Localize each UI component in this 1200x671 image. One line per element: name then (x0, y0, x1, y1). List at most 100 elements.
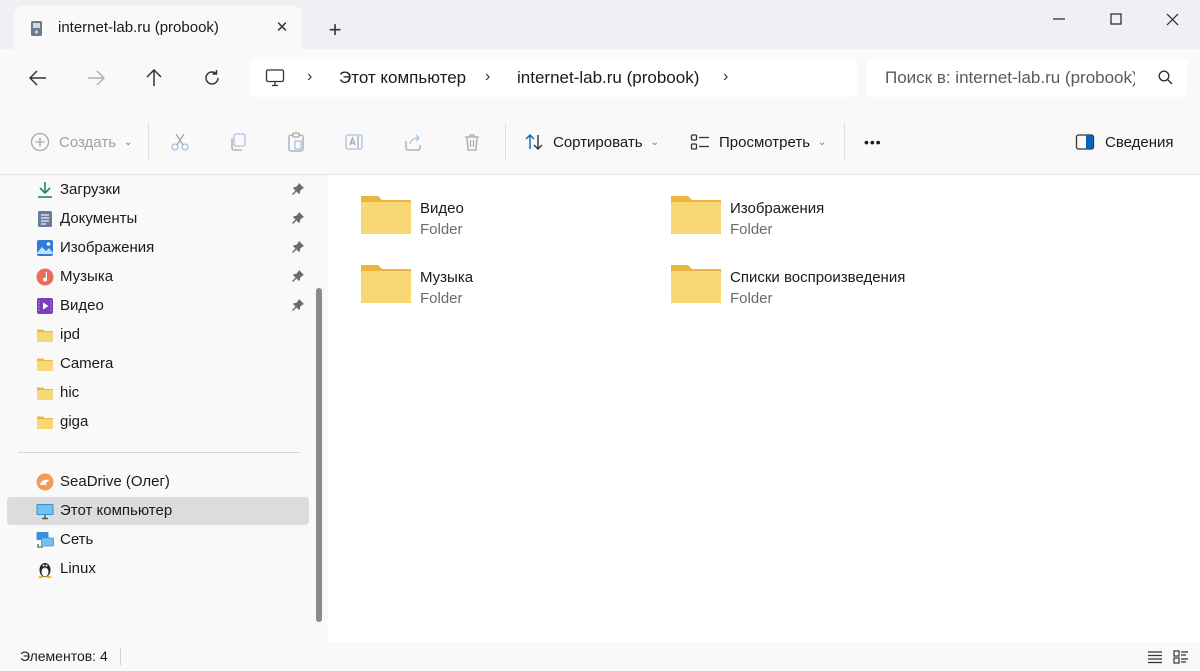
maximize-icon (1110, 13, 1122, 25)
pin-icon[interactable] (291, 269, 305, 283)
sidebar-item-label: Документы (60, 210, 138, 227)
copy-icon (231, 133, 246, 151)
pin-icon[interactable] (291, 182, 305, 196)
title-bar: internet-lab.ru (probook) ✕ + (0, 0, 1200, 49)
paste-button[interactable] (286, 128, 306, 156)
sidebar-item-video[interactable]: Видео (7, 292, 309, 320)
tab-active[interactable]: internet-lab.ru (probook) ✕ (14, 6, 302, 49)
divider (844, 123, 845, 161)
tab-title: internet-lab.ru (probook) (58, 19, 219, 36)
folder-item[interactable]: Списки воспроизведения Folder (670, 263, 970, 323)
folder-name: Списки воспроизведения (730, 269, 906, 286)
navigation-pane: Загрузки Документы Изображения Музыка Ви… (0, 175, 328, 642)
command-bar: Создать ⌄ Сортировать ⌄ Просмотреть ⌄ ••… (0, 109, 1200, 175)
create-button[interactable]: Создать ⌄ (30, 128, 132, 156)
network-icon (36, 532, 54, 548)
details-view-button[interactable] (1144, 646, 1166, 668)
sidebar-item-hic[interactable]: hic (7, 379, 309, 407)
folder-item[interactable]: Видео Folder (360, 194, 660, 254)
sidebar-scrollbar[interactable] (316, 288, 322, 622)
sidebar-item-camera[interactable]: Camera (7, 350, 309, 378)
computer-icon (36, 504, 54, 520)
folder-icon (37, 329, 53, 342)
sidebar-item-label: Изображения (60, 239, 155, 256)
network-drive-icon (31, 21, 42, 36)
status-bar: Элементов: 4 (0, 642, 1200, 671)
sidebar-item-linux[interactable]: Linux (7, 555, 309, 583)
sidebar-item-downloads[interactable]: Загрузки (7, 176, 309, 204)
folder-name: Изображения (730, 200, 825, 217)
folder-name: Видео (420, 200, 464, 217)
breadcrumb-current[interactable]: internet-lab.ru (probook) (517, 68, 699, 88)
delete-button[interactable] (462, 128, 482, 156)
share-button[interactable] (403, 128, 423, 156)
music-icon (36, 268, 54, 286)
cut-button[interactable] (170, 128, 190, 156)
folder-item[interactable]: Музыка Folder (360, 263, 660, 323)
more-options-button[interactable]: ••• (864, 128, 882, 156)
search-box[interactable] (867, 59, 1187, 97)
breadcrumb-separator-icon[interactable]: › (485, 68, 490, 86)
view-label: Просмотреть (719, 133, 811, 151)
copy-button[interactable] (228, 128, 248, 156)
sidebar-item-label: giga (60, 413, 89, 430)
divider (505, 123, 506, 161)
folder-type: Folder (730, 290, 773, 307)
view-button[interactable]: Просмотреть ⌄ (690, 128, 826, 156)
new-tab-button[interactable]: + (323, 18, 347, 42)
sidebar-item-music[interactable]: Музыка (7, 263, 309, 291)
chevron-down-icon: ⌄ (818, 136, 827, 148)
forward-button[interactable] (78, 60, 114, 96)
sidebar-item-giga[interactable]: giga (7, 408, 309, 436)
sort-button[interactable]: Сортировать ⌄ (524, 128, 659, 156)
pin-icon[interactable] (291, 211, 305, 225)
tab-close-icon[interactable]: ✕ (272, 18, 292, 38)
minimize-button[interactable] (1031, 0, 1087, 38)
tiles-view-button[interactable] (1170, 646, 1192, 668)
breadcrumb-separator-icon[interactable]: › (307, 68, 312, 86)
folder-icon (361, 265, 411, 303)
back-button[interactable] (20, 60, 56, 96)
sidebar-divider (18, 452, 299, 453)
seadrive-icon (36, 473, 54, 491)
refresh-button[interactable] (194, 60, 230, 96)
arrow-up-icon (146, 69, 162, 86)
folder-icon (37, 387, 53, 400)
documents-icon (38, 211, 52, 227)
rename-button[interactable] (344, 128, 364, 156)
sidebar-item-documents[interactable]: Документы (7, 205, 309, 233)
sidebar-item-seadrive[interactable]: SeaDrive (Олег) (7, 468, 309, 496)
maximize-button[interactable] (1088, 0, 1144, 38)
video-icon (37, 298, 53, 314)
breadcrumb-chevron-icon[interactable]: › (723, 68, 728, 86)
search-input[interactable] (883, 67, 1137, 89)
sidebar-item-pictures[interactable]: Изображения (7, 234, 309, 262)
sidebar-item-label: Загрузки (60, 181, 121, 198)
minimize-icon (1053, 18, 1065, 20)
divider (120, 648, 121, 665)
details-button[interactable]: Сведения (1075, 128, 1174, 156)
arrow-left-icon (29, 70, 46, 86)
pin-icon[interactable] (291, 240, 305, 254)
folder-item[interactable]: Изображения Folder (670, 194, 970, 254)
folder-icon (37, 358, 53, 371)
linux-icon (38, 563, 52, 578)
sidebar-item-this-pc[interactable]: Этот компьютер (7, 497, 309, 525)
sidebar-item-ipd[interactable]: ipd (7, 321, 309, 349)
share-icon (405, 134, 421, 151)
clipboard-icon (288, 132, 304, 152)
sidebar-item-network[interactable]: Сеть (7, 526, 309, 554)
scissors-icon (171, 133, 189, 151)
up-button[interactable] (136, 60, 172, 96)
close-icon (1166, 13, 1178, 25)
breadcrumb-this-pc[interactable]: Этот компьютер (339, 68, 466, 88)
folder-icon (361, 196, 411, 234)
plus-circle-icon (30, 132, 50, 152)
sidebar-item-label: Camera (60, 355, 114, 372)
pin-icon[interactable] (291, 298, 305, 312)
folder-type: Folder (420, 290, 463, 307)
address-bar[interactable]: › Этот компьютер › internet-lab.ru (prob… (249, 59, 857, 97)
computer-icon (265, 69, 285, 87)
sort-label: Сортировать (553, 133, 643, 151)
close-window-button[interactable] (1144, 0, 1200, 38)
